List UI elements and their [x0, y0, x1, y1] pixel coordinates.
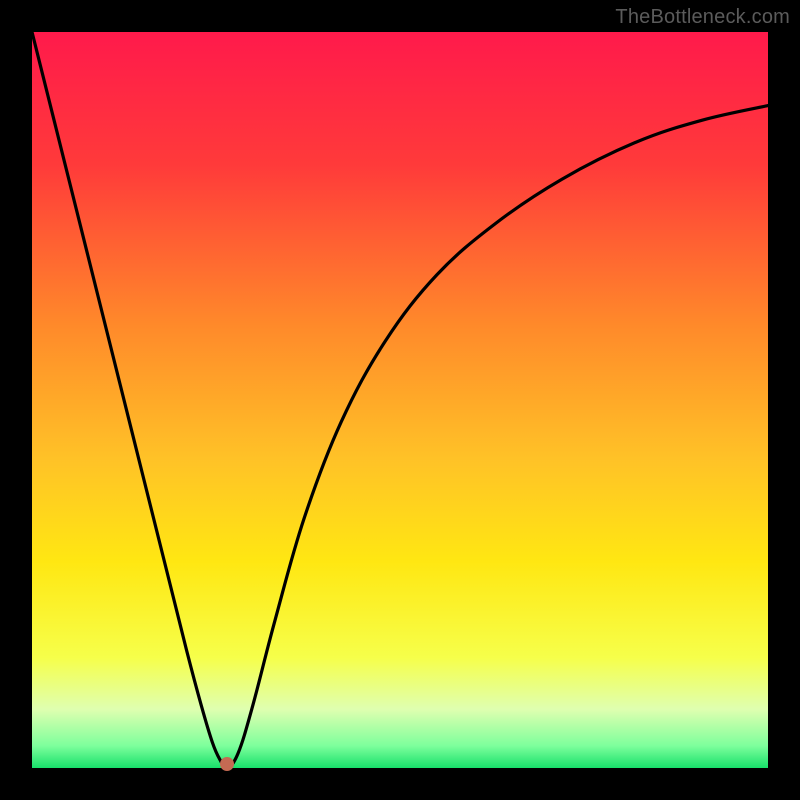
bottleneck-curve	[32, 32, 768, 768]
watermark-text: TheBottleneck.com	[615, 6, 790, 29]
minimum-marker	[220, 757, 234, 771]
plot-area	[32, 32, 768, 768]
curve-layer	[32, 32, 768, 768]
chart-frame: TheBottleneck.com	[0, 0, 800, 800]
